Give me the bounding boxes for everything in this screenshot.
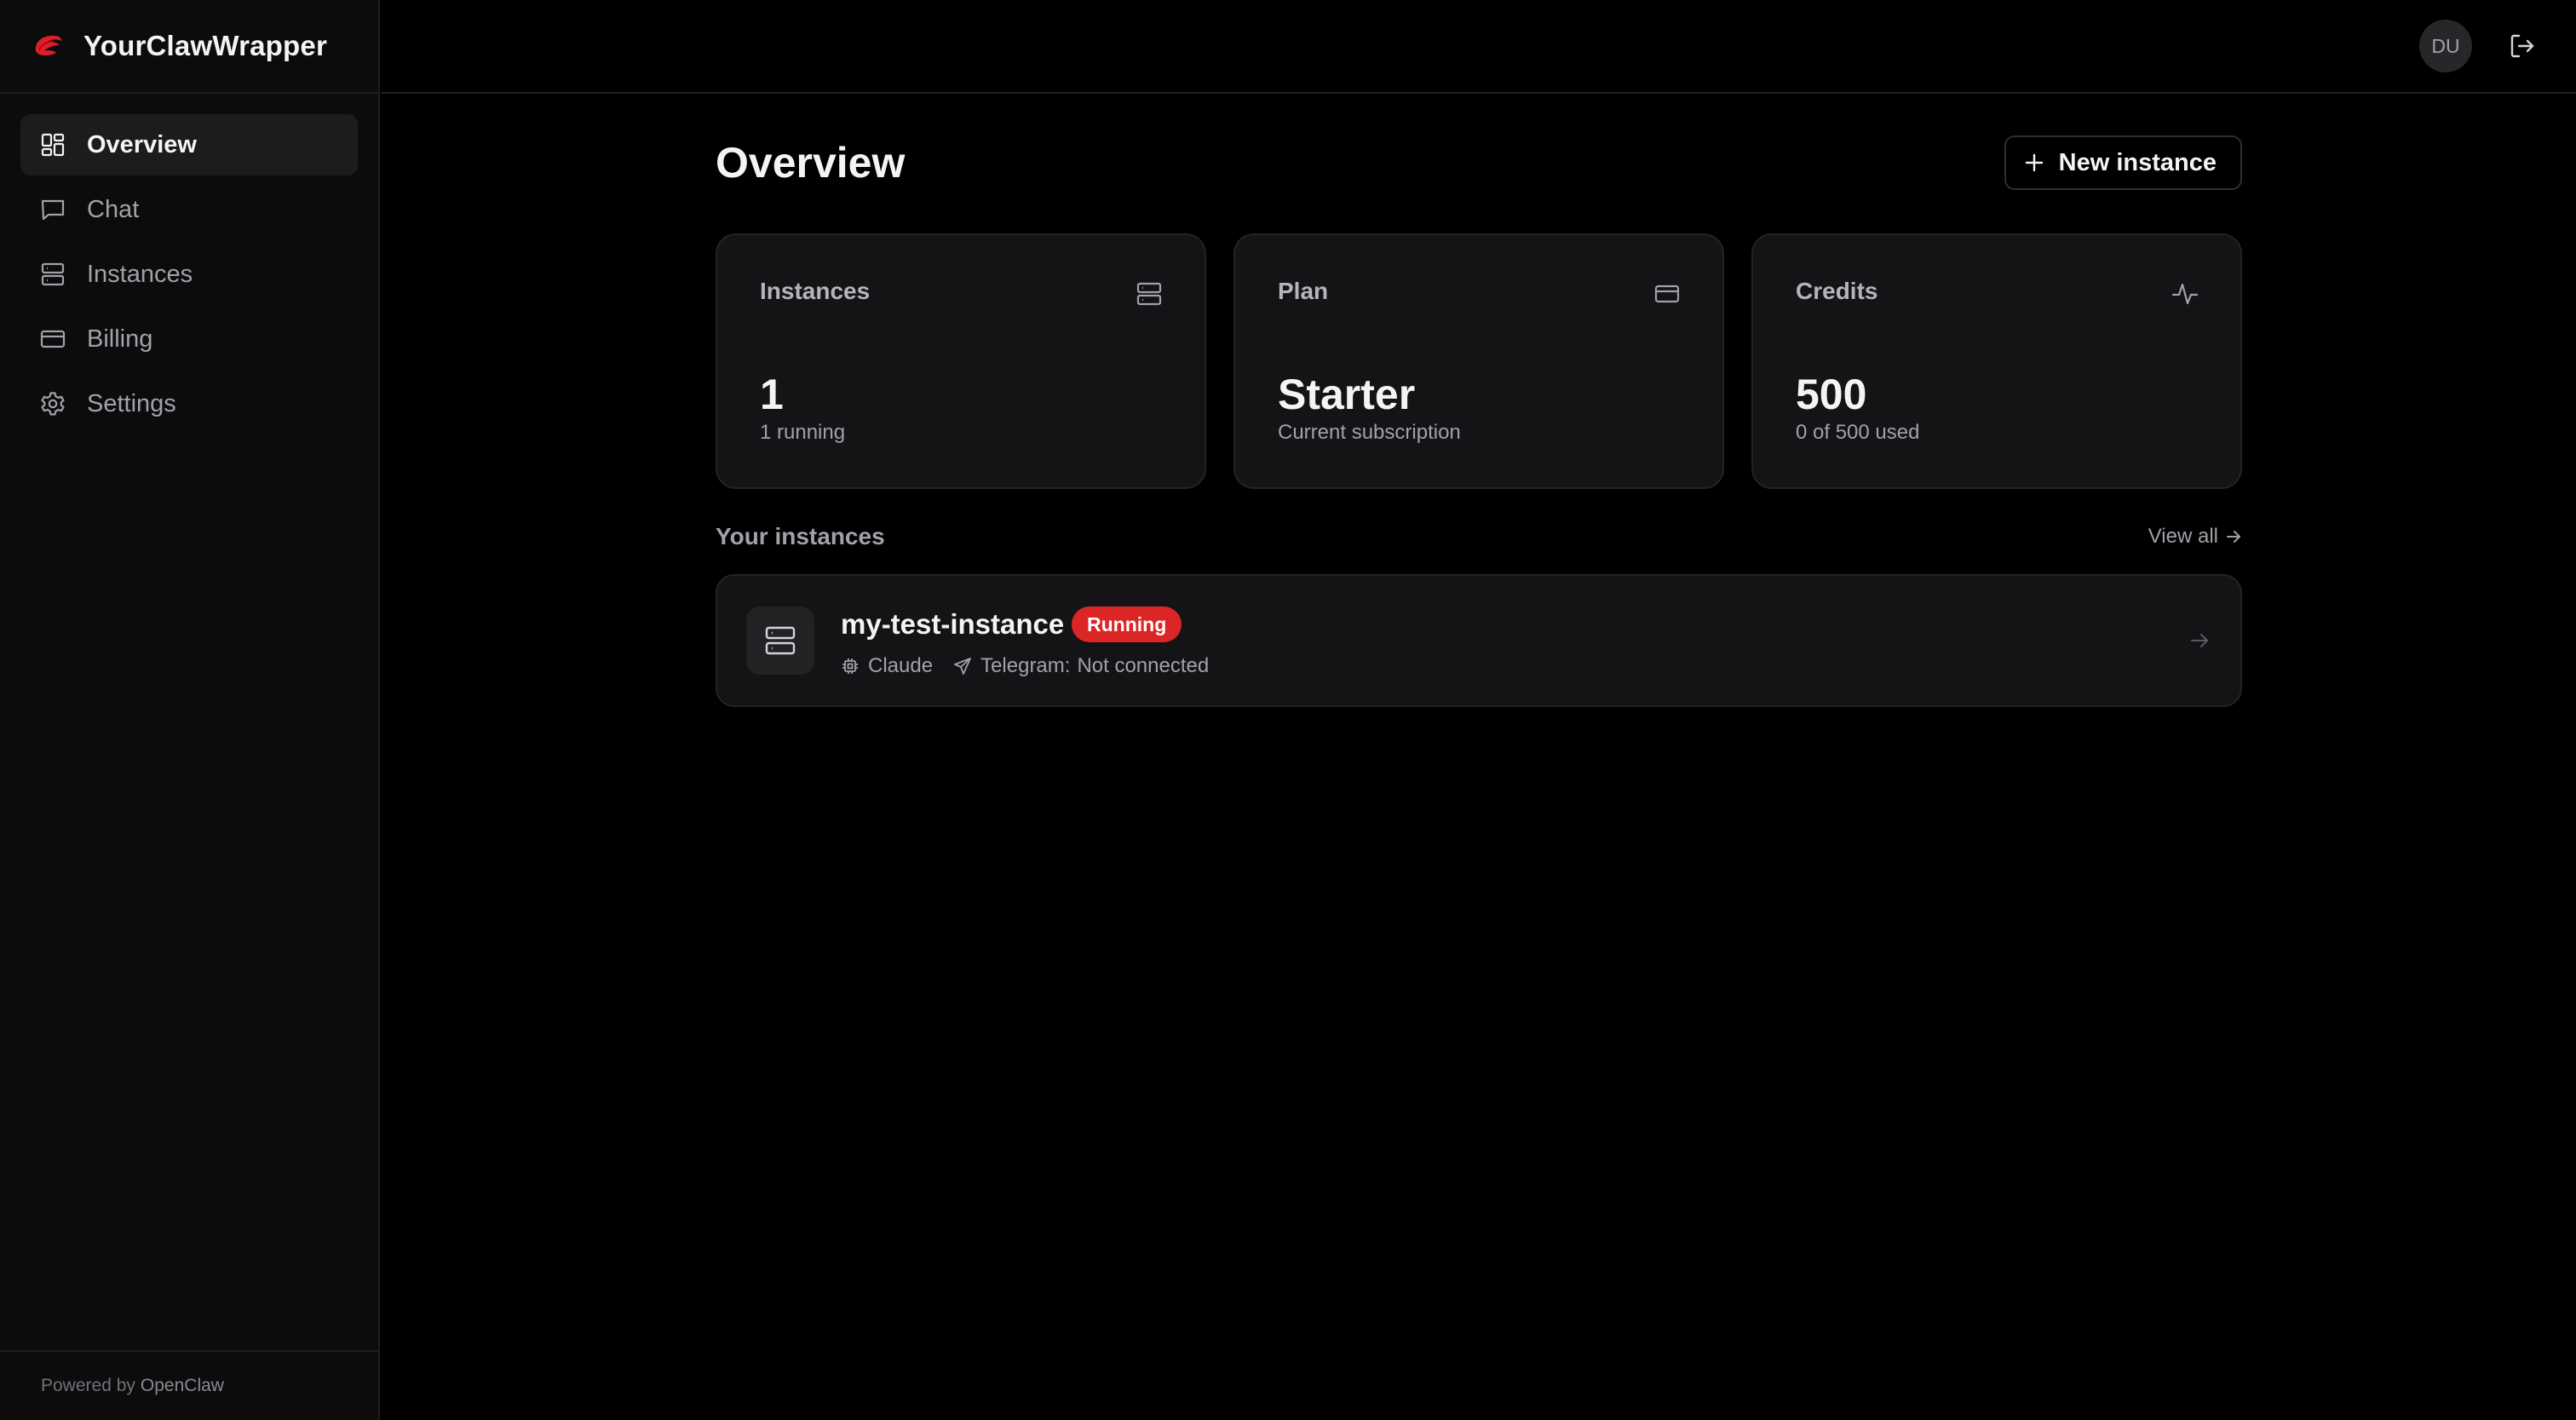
sidebar-item-label: Settings	[87, 389, 176, 417]
instance-row[interactable]: my-test-instance Running Claude Telegram…	[716, 574, 2242, 707]
chat-icon	[39, 196, 66, 223]
view-all-label: View all	[2148, 525, 2218, 548]
section-title: Your instances	[716, 523, 885, 549]
telegram-info: Telegram: Not connected	[953, 654, 1209, 678]
sidebar: YourClawWrapper Overview Chat Instances …	[0, 0, 380, 1420]
model-info: Claude	[841, 654, 933, 678]
main-content: Overview New instance Instances 1 1 runn…	[716, 94, 2242, 707]
credits-card: Credits 500 0 of 500 used	[1751, 233, 2242, 489]
app-name: YourClawWrapper	[83, 30, 327, 61]
sidebar-item-instances[interactable]: Instances	[20, 244, 358, 305]
card-value: 1	[760, 371, 784, 418]
instances-section-header: Your instances View all	[716, 489, 2242, 574]
card-subtitle: 0 of 500 used	[1796, 421, 1920, 444]
card-value: Starter	[1278, 371, 1416, 418]
telegram-status: Not connected	[1077, 654, 1210, 677]
sidebar-item-label: Instances	[87, 260, 193, 288]
server-icon	[1135, 279, 1164, 308]
gear-icon	[39, 390, 66, 417]
instances-card: Instances 1 1 running	[716, 233, 1206, 489]
status-badge: Running	[1072, 607, 1182, 642]
plus-icon	[2025, 153, 2043, 172]
stats-cards: Instances 1 1 running Plan Starter Curre…	[716, 233, 2242, 489]
credit-card-icon	[39, 325, 66, 353]
brand[interactable]: YourClawWrapper	[0, 0, 378, 94]
sidebar-footer: Powered by OpenClaw	[0, 1350, 378, 1420]
instance-name: my-test-instance	[841, 608, 1065, 640]
sidebar-item-billing[interactable]: Billing	[20, 308, 358, 370]
server-icon	[746, 607, 814, 675]
sidebar-item-chat[interactable]: Chat	[20, 179, 358, 240]
telegram-label: Telegram:	[980, 654, 1071, 677]
topbar: DU	[381, 0, 2576, 94]
sidebar-item-label: Billing	[87, 325, 153, 353]
new-instance-button[interactable]: New instance	[2004, 135, 2242, 190]
avatar[interactable]: DU	[2419, 20, 2472, 72]
send-icon	[954, 658, 971, 675]
sidebar-nav: Overview Chat Instances Billing Settings	[0, 94, 378, 434]
view-all-link[interactable]: View all	[2148, 525, 2242, 549]
sidebar-item-label: Chat	[87, 195, 140, 223]
sidebar-item-label: Overview	[87, 130, 197, 158]
new-instance-label: New instance	[2058, 148, 2217, 176]
model-name: Claude	[868, 654, 934, 677]
page-title: Overview	[716, 139, 906, 187]
openclaw-link[interactable]: OpenClaw	[141, 1376, 224, 1396]
card-subtitle: Current subscription	[1278, 421, 1461, 444]
page-header: Overview New instance	[716, 94, 2242, 233]
app-root: YourClawWrapper Overview Chat Instances …	[0, 0, 2576, 1420]
card-subtitle: 1 running	[760, 421, 846, 444]
server-icon	[39, 261, 66, 288]
activity-icon	[2171, 279, 2199, 308]
arrow-right-icon	[2227, 531, 2240, 543]
instance-meta: Claude Telegram: Not connected	[841, 654, 1229, 678]
cpu-icon	[842, 658, 858, 674]
card-value: 500	[1796, 371, 1867, 418]
arrow-right-icon	[2188, 629, 2211, 653]
plan-card: Plan Starter Current subscription	[1233, 233, 1724, 489]
sidebar-item-settings[interactable]: Settings	[20, 373, 358, 434]
claw-logo-icon	[35, 35, 62, 56]
sidebar-item-overview[interactable]: Overview	[20, 114, 358, 175]
credit-card-icon	[1653, 279, 1682, 308]
grid-icon	[39, 131, 66, 158]
logout-icon[interactable]	[2508, 32, 2537, 60]
footer-prefix: Powered by	[41, 1376, 135, 1395]
